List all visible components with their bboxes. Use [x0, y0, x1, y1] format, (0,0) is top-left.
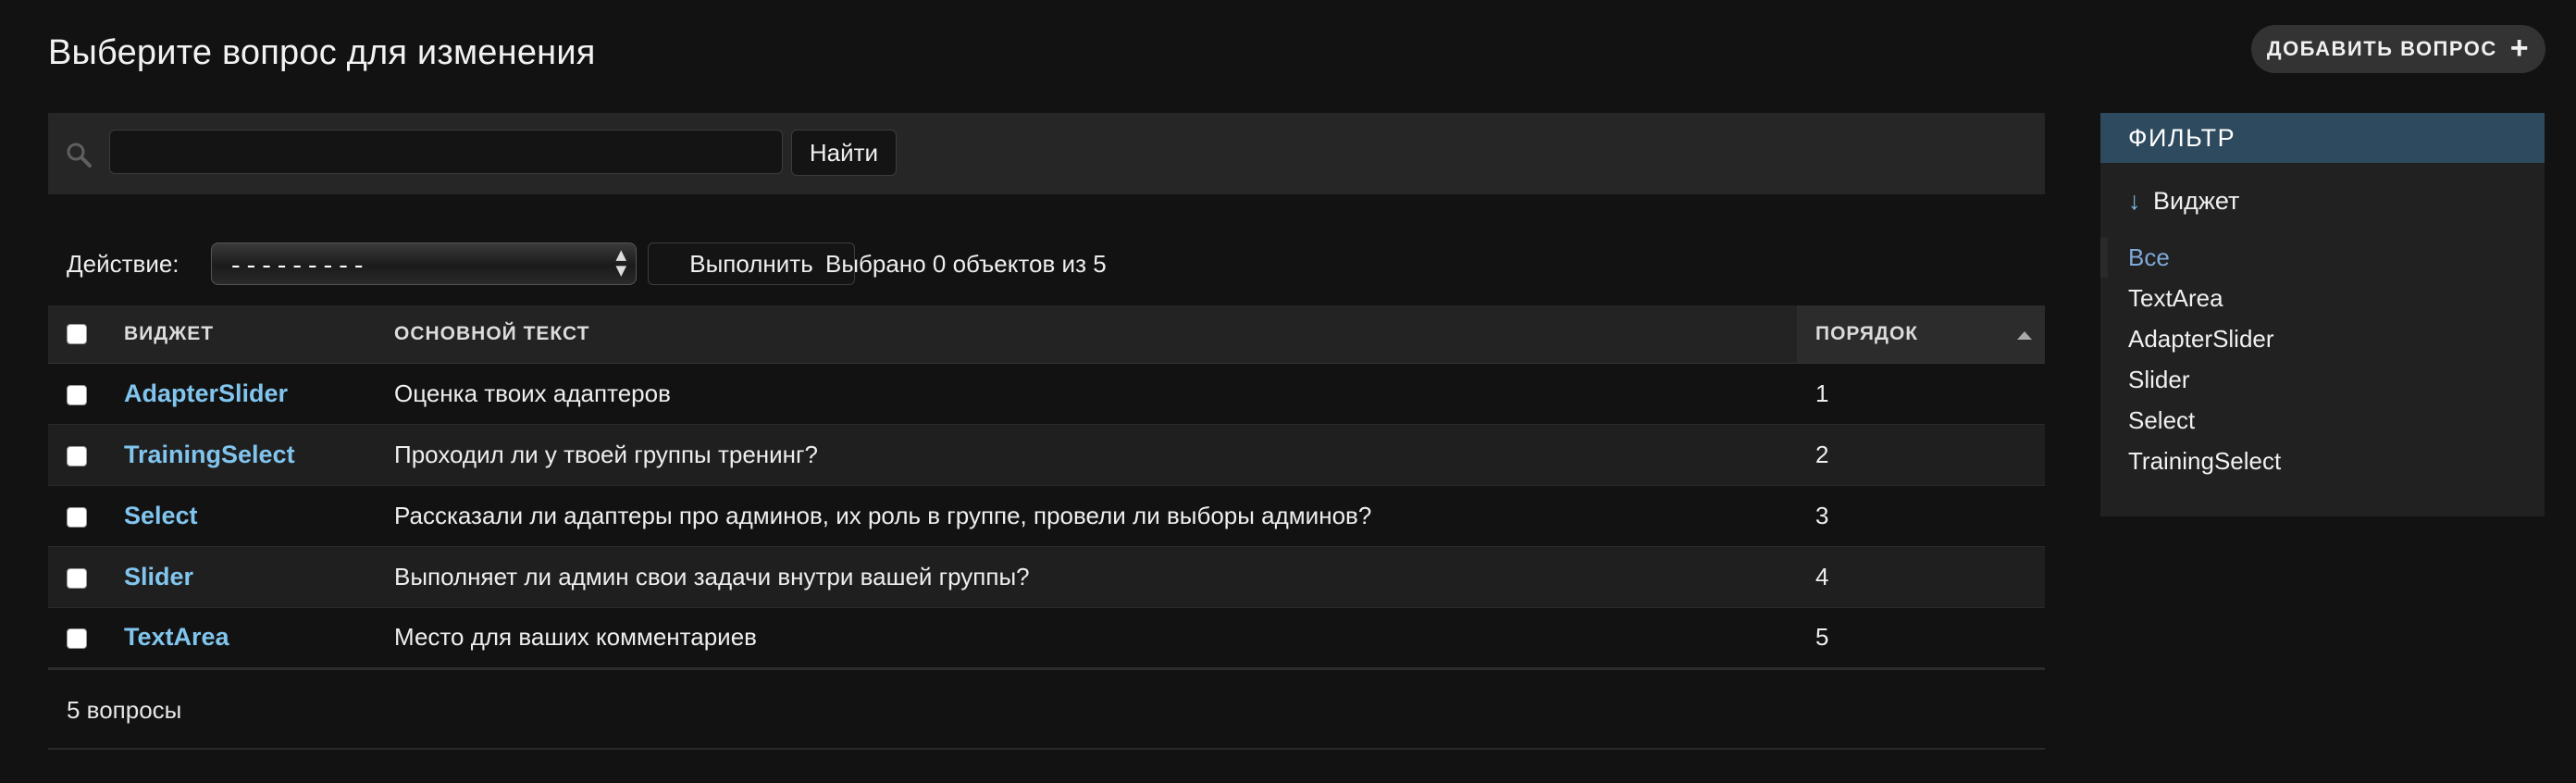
select-all-cell: [48, 305, 113, 364]
action-select[interactable]: --------- ▲ ▼: [211, 242, 637, 285]
column-header-widget[interactable]: ВИДЖЕТ: [113, 305, 385, 364]
search-input[interactable]: [109, 130, 783, 174]
widget-cell: TextArea: [113, 607, 385, 670]
paginator: 5 вопросы: [48, 672, 2045, 750]
results-table: ВИДЖЕТ ОСНОВНОЙ ТЕКСТ ПОРЯДОК AdapterSli…: [48, 305, 2045, 670]
order-cell: 4: [1797, 546, 2045, 608]
filter-section-widget[interactable]: ↓ Виджет: [2128, 187, 2239, 216]
select-arrows-icon: ▲ ▼: [615, 246, 626, 279]
order-cell: 1: [1797, 363, 2045, 425]
row-checkbox[interactable]: [67, 628, 87, 650]
order-cell: 2: [1797, 424, 2045, 486]
column-header-text[interactable]: ОСНОВНОЙ ТЕКСТ: [385, 305, 1797, 364]
text-cell: Проходил ли у твоей группы тренинг?: [385, 424, 1797, 486]
search-bar: Найти: [48, 113, 2045, 194]
row-checkbox[interactable]: [67, 567, 87, 589]
table-row: Slider Выполняет ли админ свои задачи вн…: [48, 546, 2045, 608]
filter-option-slider[interactable]: Slider: [2100, 359, 2545, 400]
action-bar: Действие: --------- ▲ ▼ Выполнить Выбрано…: [48, 237, 2045, 291]
filter-option-all[interactable]: Все: [2100, 237, 2545, 278]
selection-counter: Выбрано 0 объектов из 5: [825, 250, 1107, 278]
sort-ascending-icon[interactable]: [2017, 331, 2032, 340]
add-question-label: ДОБАВИТЬ ВОПРОС: [2266, 37, 2497, 60]
order-cell: 3: [1797, 485, 2045, 547]
row-checkbox[interactable]: [67, 445, 87, 466]
plus-icon: +: [2509, 30, 2531, 66]
page-title: Выберите вопрос для изменения: [48, 33, 596, 72]
row-checkbox-cell: [48, 363, 113, 425]
column-header-order[interactable]: ПОРЯДОК: [1797, 305, 2045, 364]
widget-link[interactable]: AdapterSlider: [124, 379, 288, 407]
filter-panel: ФИЛЬТР ↓ Виджет Все TextArea AdapterSlid…: [2100, 113, 2545, 516]
add-question-button[interactable]: ДОБАВИТЬ ВОПРОС +: [2251, 25, 2545, 73]
filter-options: Все TextArea AdapterSlider Slider Select…: [2100, 237, 2545, 481]
text-cell: Оценка твоих адаптеров: [385, 363, 1797, 425]
widget-cell: TrainingSelect: [113, 424, 385, 486]
search-icon: [67, 143, 92, 168]
filter-section-title: Виджет: [2153, 187, 2240, 215]
text-cell: Место для ваших комментариев: [385, 607, 1797, 670]
filter-option-adapterslider[interactable]: AdapterSlider: [2100, 318, 2545, 359]
action-label: Действие:: [67, 250, 180, 278]
widget-cell: AdapterSlider: [113, 363, 385, 425]
action-select-value: ---------: [229, 253, 367, 280]
result-count: 5 вопросы: [67, 696, 182, 724]
widget-link[interactable]: TextArea: [124, 623, 229, 651]
row-checkbox-cell: [48, 424, 113, 486]
table-row: AdapterSlider Оценка твоих адаптеров 1: [48, 363, 2045, 425]
arrow-down-icon: ↓: [2128, 187, 2141, 215]
table-row: TextArea Место для ваших комментариев 5: [48, 607, 2045, 670]
filter-option-textarea[interactable]: TextArea: [2100, 278, 2545, 318]
filter-option-trainingselect[interactable]: TrainingSelect: [2100, 441, 2545, 481]
order-cell: 5: [1797, 607, 2045, 670]
widget-cell: Slider: [113, 546, 385, 608]
row-checkbox-cell: [48, 546, 113, 608]
run-action-button[interactable]: Выполнить: [648, 242, 855, 285]
widget-link[interactable]: TrainingSelect: [124, 441, 295, 468]
table-row: Select Рассказали ли адаптеры про админо…: [48, 485, 2045, 547]
row-checkbox[interactable]: [67, 506, 87, 528]
filter-title: ФИЛЬТР: [2100, 113, 2545, 163]
row-checkbox-cell: [48, 607, 113, 670]
text-cell: Выполняет ли админ свои задачи внутри ва…: [385, 546, 1797, 608]
text-cell: Рассказали ли адаптеры про админов, их р…: [385, 485, 1797, 547]
row-checkbox-cell: [48, 485, 113, 547]
filter-option-select[interactable]: Select: [2100, 400, 2545, 441]
widget-cell: Select: [113, 485, 385, 547]
table-header-row: ВИДЖЕТ ОСНОВНОЙ ТЕКСТ ПОРЯДОК: [48, 305, 2045, 364]
search-button[interactable]: Найти: [791, 130, 897, 176]
widget-link[interactable]: Select: [124, 502, 198, 529]
column-header-order-label: ПОРЯДОК: [1815, 322, 1919, 344]
select-all-checkbox[interactable]: [67, 324, 87, 345]
table-row: TrainingSelect Проходил ли у твоей групп…: [48, 424, 2045, 486]
widget-link[interactable]: Slider: [124, 563, 193, 590]
row-checkbox[interactable]: [67, 384, 87, 405]
